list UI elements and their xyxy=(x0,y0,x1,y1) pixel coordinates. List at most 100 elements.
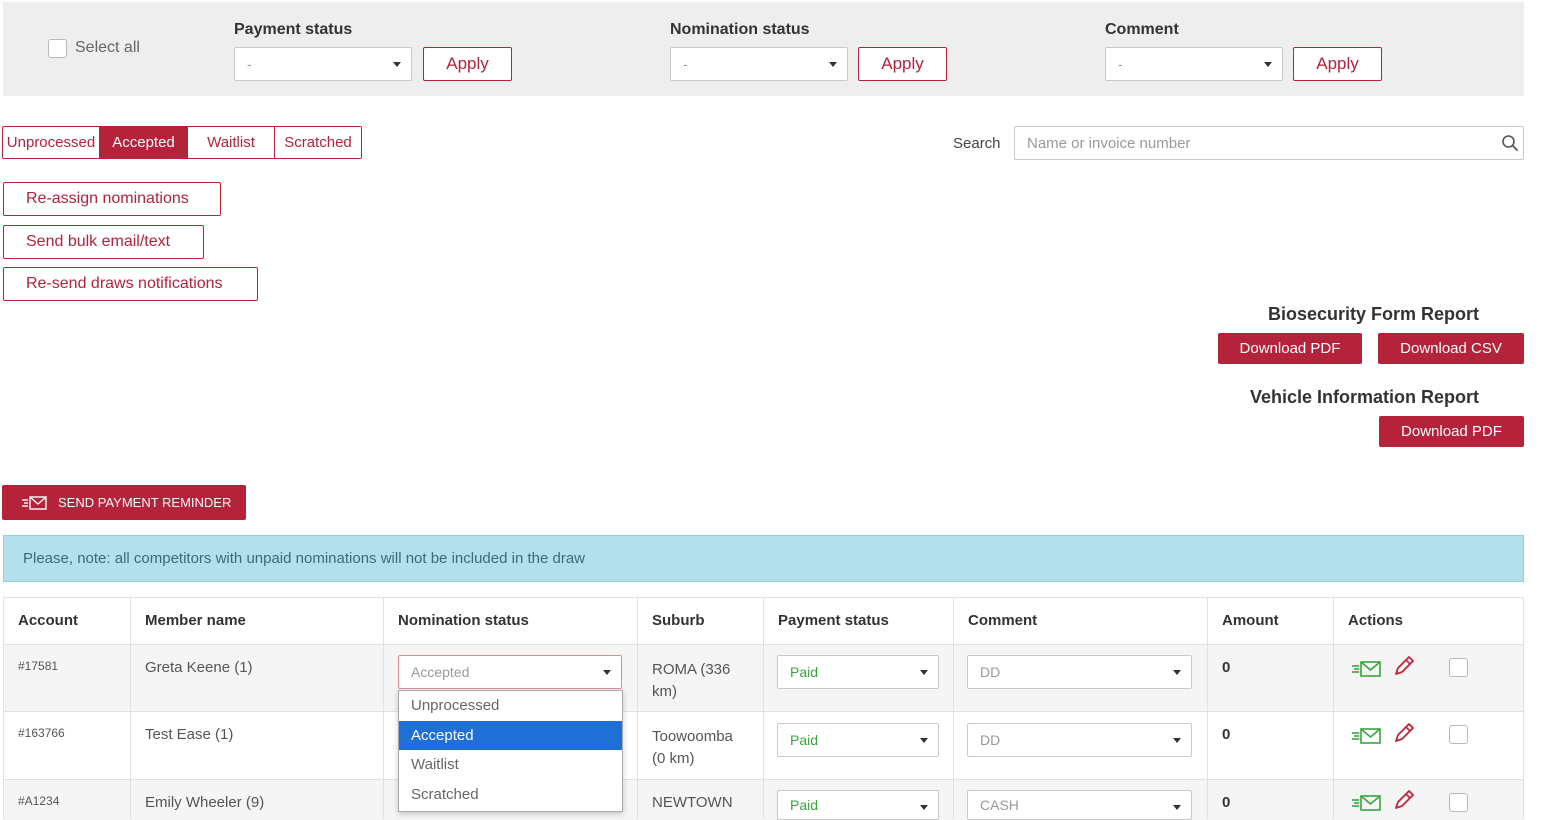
suburb-line: ROMA (336 xyxy=(652,661,731,678)
apply-nomination-status-button[interactable]: Apply xyxy=(858,47,947,81)
table-divider xyxy=(763,597,764,819)
search-label: Search xyxy=(953,135,1001,152)
apply-comment-button[interactable]: Apply xyxy=(1293,47,1382,81)
chevron-down-icon xyxy=(1173,738,1181,743)
dropdown-option-waitlist[interactable]: Waitlist xyxy=(399,750,622,780)
chevron-down-icon xyxy=(603,670,611,675)
chevron-down-icon xyxy=(829,62,837,67)
resend-draws-notifications-button[interactable]: Re-send draws notifications xyxy=(3,267,258,301)
row-select-checkbox[interactable] xyxy=(1449,725,1468,744)
payment-status-filter-title: Payment status xyxy=(234,21,353,38)
comment-select[interactable]: DD xyxy=(967,723,1192,757)
edit-pencil-icon[interactable] xyxy=(1390,789,1420,811)
table-divider xyxy=(1523,597,1524,819)
table-divider xyxy=(383,597,384,819)
column-header-nomination-status: Nomination status xyxy=(398,612,529,629)
chevron-down-icon xyxy=(393,62,401,67)
biosecurity-download-pdf-button[interactable]: Download PDF xyxy=(1218,333,1362,364)
biosecurity-report-title: Biosecurity Form Report xyxy=(1267,304,1479,324)
payment-status-select[interactable]: Paid xyxy=(777,790,939,820)
payment-status-value: Paid xyxy=(790,664,819,680)
chevron-down-icon xyxy=(1173,670,1181,675)
suburb-line: Toowoomba xyxy=(652,728,733,745)
amount: 0 xyxy=(1222,726,1231,743)
payment-status-value: Paid xyxy=(790,797,819,813)
payment-status-select[interactable]: Paid xyxy=(777,655,939,689)
row-select-checkbox[interactable] xyxy=(1449,793,1468,812)
suburb: NEWTOWN xyxy=(652,794,733,811)
comment-value: CASH xyxy=(980,797,1019,813)
comment-value: DD xyxy=(980,732,1001,748)
tab-scratched[interactable]: Scratched xyxy=(275,127,361,158)
vehicle-download-pdf-button[interactable]: Download PDF xyxy=(1379,416,1524,447)
member-name: Greta Keene (1) xyxy=(145,659,253,676)
suburb: Toowoomba (0 km) xyxy=(652,726,733,770)
column-header-actions: Actions xyxy=(1348,612,1404,629)
payment-status-filter-value: - xyxy=(247,56,252,72)
nomination-status-dropdown-list: Unprocessed Accepted Waitlist Scratched xyxy=(398,690,623,812)
table-divider xyxy=(3,597,4,819)
nomination-status-filter-value: - xyxy=(683,56,688,72)
chevron-down-icon xyxy=(920,670,928,675)
unpaid-notice-text: Please, note: all competitors with unpai… xyxy=(23,550,585,567)
table-divider xyxy=(953,597,954,819)
account-number: #163766 xyxy=(18,726,65,740)
payment-status-value: Paid xyxy=(790,732,819,748)
biosecurity-download-csv-button[interactable]: Download CSV xyxy=(1378,333,1524,364)
chevron-down-icon xyxy=(920,805,928,810)
send-email-icon[interactable] xyxy=(1352,658,1382,680)
table-divider xyxy=(1207,597,1208,819)
tab-waitlist[interactable]: Waitlist xyxy=(188,127,275,158)
member-name: Emily Wheeler (9) xyxy=(145,794,265,811)
table-divider xyxy=(637,597,638,819)
unpaid-notice: Please, note: all competitors with unpai… xyxy=(3,535,1524,582)
search-icon[interactable] xyxy=(1501,134,1519,152)
member-name: Test Ease (1) xyxy=(145,726,234,743)
select-all-checkbox[interactable] xyxy=(48,39,67,58)
nomination-tabs: Unprocessed Accepted Waitlist Scratched xyxy=(2,126,362,159)
edit-pencil-icon[interactable] xyxy=(1390,655,1420,677)
nomination-status-filter-select[interactable]: - xyxy=(670,47,848,81)
nomination-status-filter-title: Nomination status xyxy=(670,21,810,38)
comment-filter-select[interactable]: - xyxy=(1105,47,1283,81)
chevron-down-icon xyxy=(1264,62,1272,67)
comment-filter-value: - xyxy=(1118,56,1123,72)
suburb-line: (0 km) xyxy=(652,750,695,767)
send-mail-icon xyxy=(22,495,47,510)
account-number: #17581 xyxy=(18,659,59,673)
payment-status-select[interactable]: Paid xyxy=(777,723,939,757)
comment-select[interactable]: CASH xyxy=(967,790,1192,820)
row-select-checkbox[interactable] xyxy=(1449,658,1468,677)
search-placeholder: Name or invoice number xyxy=(1027,134,1191,152)
dropdown-option-unprocessed[interactable]: Unprocessed xyxy=(399,691,622,721)
table-divider xyxy=(1333,597,1334,819)
send-payment-reminder-button[interactable]: SEND PAYMENT REMINDER xyxy=(2,485,246,520)
send-email-icon[interactable] xyxy=(1352,725,1382,747)
send-email-icon[interactable] xyxy=(1352,792,1382,814)
send-payment-reminder-label: SEND PAYMENT REMINDER xyxy=(58,495,232,510)
tab-unprocessed[interactable]: Unprocessed xyxy=(3,127,100,158)
apply-payment-status-button[interactable]: Apply xyxy=(423,47,512,81)
reassign-nominations-button[interactable]: Re-assign nominations xyxy=(3,182,221,216)
table-divider xyxy=(130,597,131,819)
payment-status-filter-select[interactable]: - xyxy=(234,47,412,81)
column-header-amount: Amount xyxy=(1222,612,1279,629)
edit-pencil-icon[interactable] xyxy=(1390,722,1420,744)
comment-value: DD xyxy=(980,664,1001,680)
comment-filter-title: Comment xyxy=(1105,21,1179,38)
chevron-down-icon xyxy=(920,738,928,743)
column-header-comment: Comment xyxy=(968,612,1038,629)
column-header-member-name: Member name xyxy=(145,612,246,629)
send-bulk-email-button[interactable]: Send bulk email/text xyxy=(3,225,204,259)
suburb-line: km) xyxy=(652,683,677,700)
dropdown-option-accepted[interactable]: Accepted xyxy=(399,720,622,750)
comment-select[interactable]: DD xyxy=(967,655,1192,689)
account-number: #A1234 xyxy=(18,794,60,808)
nomination-status-select[interactable]: Accepted xyxy=(398,655,622,689)
tab-accepted[interactable]: Accepted xyxy=(100,127,188,158)
column-header-account: Account xyxy=(18,612,78,629)
chevron-down-icon xyxy=(1173,805,1181,810)
select-all-label: Select all xyxy=(75,39,140,56)
search-input[interactable]: Name or invoice number xyxy=(1014,126,1524,160)
dropdown-option-scratched[interactable]: Scratched xyxy=(399,780,622,810)
